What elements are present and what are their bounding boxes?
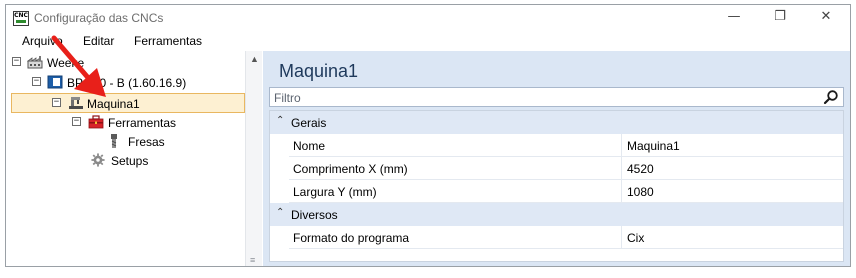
splitter-grip-icon[interactable]: ≡ [250, 256, 255, 265]
toolbox-icon [88, 115, 104, 129]
machine-icon [47, 75, 63, 89]
app-window: CNC Configuração das CNCs — ❐ ✕ Arquivo … [5, 4, 851, 267]
factory-icon [27, 56, 43, 69]
category-row-diversos[interactable]: ⌃ Diversos [270, 203, 843, 226]
property-name: Nome [289, 134, 622, 157]
property-value[interactable]: Cix [623, 226, 843, 249]
collapse-icon[interactable]: − [12, 57, 21, 66]
chevron-up-icon[interactable]: ⌃ [276, 207, 284, 218]
window-title: Configuração das CNCs [34, 11, 164, 25]
tree-scrollbar[interactable]: ▲ ≡ [245, 51, 262, 266]
property-value[interactable]: 4520 [623, 157, 843, 180]
menu-arquivo[interactable]: Arquivo [22, 34, 63, 48]
tree-node-label: Fresas [128, 135, 165, 149]
category-label: Diversos [291, 208, 338, 222]
minimize-button[interactable]: — [711, 5, 757, 30]
properties-title: Maquina1 [279, 61, 359, 81]
chevron-up-icon[interactable]: ⌃ [276, 115, 284, 126]
property-grid: ⌃ Gerais Nome Maquina1 Comprimento X (mm… [269, 110, 844, 262]
property-name: Comprimento X (mm) [289, 157, 622, 180]
property-row[interactable]: Nome Maquina1 [289, 134, 843, 157]
category-label: Gerais [291, 116, 327, 130]
collapse-icon[interactable]: − [32, 77, 41, 86]
maximize-button[interactable]: ❐ [757, 5, 803, 30]
menu-ferramentas[interactable]: Ferramentas [134, 34, 202, 48]
collapse-icon[interactable]: − [52, 98, 61, 107]
tree-node-weeke[interactable]: − Weeke [6, 53, 244, 73]
tree-node-label: Setups [111, 154, 149, 168]
search-icon[interactable] [823, 89, 839, 105]
menu-editar[interactable]: Editar [83, 34, 114, 48]
tree-node-label: Weeke [47, 56, 85, 70]
gear-icon [91, 153, 105, 167]
tree-node-maquina1[interactable]: − Maquina1 [11, 93, 245, 113]
cnc-machine-icon [69, 97, 83, 109]
tree-node-label: Ferramentas [108, 116, 177, 130]
cnc-tree-panel: − Weeke − BP 310 - B (1.60.16.9) − Maqui… [6, 51, 262, 266]
property-row[interactable]: Largura Y (mm) 1080 [289, 180, 843, 203]
tree-node-ferramentas[interactable]: − Ferramentas [6, 113, 244, 133]
tree-node-setups[interactable]: Setups [6, 151, 244, 171]
tree-node-label: Maquina1 [87, 97, 140, 111]
cnc-app-icon: CNC [13, 11, 29, 26]
property-row[interactable]: Formato do programa Cix [289, 226, 843, 249]
properties-panel: Maquina1 ⌃ Gerais Nome Maquina1 Comprime… [263, 51, 850, 266]
filter-input[interactable] [274, 90, 814, 105]
menu-bar: Arquivo Editar Ferramentas [6, 31, 850, 51]
milling-cutter-icon [111, 134, 117, 148]
title-bar[interactable]: CNC Configuração das CNCs — ❐ ✕ [6, 5, 850, 30]
scroll-up-icon[interactable]: ▲ [250, 54, 259, 64]
property-row[interactable]: Comprimento X (mm) 4520 [289, 157, 843, 180]
close-button[interactable]: ✕ [803, 5, 849, 30]
app-icon-text: CNC [14, 12, 28, 19]
tree-node-label: BP 310 - B (1.60.16.9) [67, 76, 187, 90]
property-name: Largura Y (mm) [289, 180, 622, 203]
property-value[interactable]: 1080 [623, 180, 843, 203]
tree-node-bp-310[interactable]: − BP 310 - B (1.60.16.9) [6, 73, 244, 93]
property-value[interactable]: Maquina1 [623, 134, 843, 157]
category-row-gerais[interactable]: ⌃ Gerais [270, 111, 843, 134]
filter-box[interactable] [269, 87, 844, 107]
tree-node-fresas[interactable]: Fresas [6, 132, 244, 152]
property-name: Formato do programa [289, 226, 622, 249]
collapse-icon[interactable]: − [72, 117, 81, 126]
